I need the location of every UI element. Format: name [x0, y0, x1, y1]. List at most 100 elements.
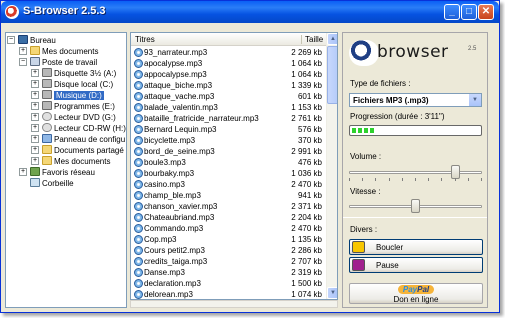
tree-item-corbeille[interactable]: Corbeille	[30, 178, 74, 189]
file-row[interactable]: bataille_fratricide_narrateur.mp3 2 761 k…	[131, 113, 326, 124]
audio-file-icon	[134, 246, 143, 255]
scroll-down-icon[interactable]: ▼	[327, 287, 337, 299]
file-row[interactable]: boule3.mp3 476 kb	[131, 157, 326, 168]
tree-item-disque-local[interactable]: + Disque local (C:)	[31, 79, 114, 90]
file-row[interactable]: declaration.mp3 1 500 kb	[131, 278, 326, 289]
file-row[interactable]: appocalypse.mp3 1 064 kb	[131, 69, 326, 80]
minimize-button[interactable]: _	[444, 4, 460, 20]
expand-icon[interactable]: +	[19, 47, 27, 55]
file-row[interactable]: apocalypse.mp3 1 064 kb	[131, 58, 326, 69]
file-row[interactable]: balade_valentin.mp3 1 153 kb	[131, 102, 326, 113]
progress-label: Progression (durée : 3'11")	[350, 112, 445, 121]
tree-item-label: Musique (D:)	[54, 91, 104, 100]
file-row[interactable]: Chateaubriand.mp3 2 204 kb	[131, 212, 326, 223]
expand-icon[interactable]: +	[31, 157, 39, 165]
file-name: appocalypse.mp3	[144, 70, 207, 79]
tree-item-label: Poste de travail	[42, 58, 98, 67]
drive-icon	[42, 90, 52, 99]
tree-item-disquette[interactable]: + Disquette 3½ (A:)	[31, 68, 116, 79]
tree-item-bureau[interactable]: − Bureau	[7, 35, 56, 46]
audio-file-icon	[134, 147, 143, 156]
loop-button[interactable]: Boucler	[349, 239, 483, 255]
file-size: 1 074 kb	[291, 290, 322, 299]
tree-item-lecteur-cd-rw[interactable]: + Lecteur CD-RW (H:)	[31, 123, 126, 134]
horizontal-scrollbar[interactable]	[130, 300, 338, 308]
file-size: 2 319 kb	[291, 268, 322, 277]
file-size: 2 991 kb	[291, 147, 322, 156]
file-row[interactable]: Cop.mp3 1 135 kb	[131, 234, 326, 245]
file-row[interactable]: bourbaky.mp3 1 036 kb	[131, 168, 326, 179]
file-row[interactable]: bord_de_seine.mp3 2 991 kb	[131, 146, 326, 157]
file-row[interactable]: chanson_xavier.mp3 2 371 kb	[131, 201, 326, 212]
column-header-size[interactable]: Taille	[305, 35, 323, 44]
file-row[interactable]: champ_ble.mp3 941 kb	[131, 190, 326, 201]
tree-item-label: Documents partagé	[54, 146, 124, 155]
speed-slider[interactable]	[349, 199, 482, 213]
title-bar[interactable]: S-Browser 2.5.3 _ □ ✕	[1, 1, 499, 23]
file-row[interactable]: casino.mp3 2 470 kb	[131, 179, 326, 190]
logo-text: browser	[377, 42, 449, 62]
file-row[interactable]: Danse.mp3 2 319 kb	[131, 267, 326, 278]
file-row[interactable]: credits_taiga.mp3 2 707 kb	[131, 256, 326, 267]
file-row[interactable]: Cours petit2.mp3 2 286 kb	[131, 245, 326, 256]
file-row[interactable]: attaque_biche.mp3 1 339 kb	[131, 80, 326, 91]
divider	[343, 217, 487, 218]
file-list[interactable]: Titres Taille 93_narrateur.mp3 2 269 kb ap…	[130, 32, 338, 300]
progress-segment	[364, 128, 368, 133]
file-size: 1 500 kb	[291, 279, 322, 288]
volume-slider-thumb[interactable]	[451, 165, 460, 179]
collapse-icon[interactable]: −	[19, 58, 27, 66]
expand-icon[interactable]: +	[31, 91, 39, 99]
scroll-up-icon[interactable]: ▲	[327, 33, 337, 45]
expand-icon[interactable]: +	[31, 102, 39, 110]
pause-button[interactable]: Pause	[349, 257, 483, 273]
tree-item-musique[interactable]: + Musique (D:)	[31, 90, 104, 101]
file-row[interactable]: 93_narrateur.mp3 2 269 kb	[131, 47, 326, 58]
paypal-logo-pay: Pay	[402, 285, 418, 294]
tree-item-programmes[interactable]: + Programmes (E:)	[31, 101, 115, 112]
maximize-button[interactable]: □	[461, 4, 477, 20]
tree-item-label: Disque local (C:)	[54, 80, 114, 89]
tree-item-panneau-de-configuration[interactable]: + Panneau de configu	[31, 134, 125, 145]
tree-item-mes-documents[interactable]: + Mes documents	[19, 46, 99, 57]
progress-bar	[349, 125, 482, 136]
chevron-down-icon[interactable]: ▼	[468, 94, 481, 106]
tree-item-poste-de-travail[interactable]: − Poste de travail	[19, 57, 98, 68]
file-row[interactable]: Bernard Lequin.mp3 576 kb	[131, 124, 326, 135]
expand-icon[interactable]: +	[31, 124, 39, 132]
tree-item-documents-partages[interactable]: + Documents partagé	[31, 145, 124, 156]
file-name: bataille_fratricide_narrateur.mp3	[144, 114, 259, 123]
file-row[interactable]: delorean.mp3 1 074 kb	[131, 289, 326, 299]
expand-icon[interactable]: +	[31, 146, 39, 154]
collapse-icon[interactable]: −	[7, 36, 15, 44]
file-row[interactable]: bicyclette.mp3 370 kb	[131, 135, 326, 146]
loop-icon	[352, 241, 365, 253]
close-button[interactable]: ✕	[478, 4, 494, 20]
file-row[interactable]: Commando.mp3 2 470 kb	[131, 223, 326, 234]
expand-icon[interactable]: +	[31, 80, 39, 88]
expand-icon[interactable]: +	[31, 135, 39, 143]
scroll-thumb[interactable]	[327, 46, 337, 104]
vertical-scrollbar[interactable]: ▲ ▼	[326, 33, 337, 299]
folder-tree[interactable]: − Bureau + Mes documents − Poste de trav…	[5, 32, 127, 308]
file-row[interactable]: attaque_vache.mp3 601 kb	[131, 91, 326, 102]
file-name: bourbaky.mp3	[144, 169, 195, 178]
speed-slider-thumb[interactable]	[411, 199, 420, 213]
expand-icon[interactable]: +	[31, 113, 39, 121]
volume-slider[interactable]	[349, 165, 482, 181]
column-header-titles[interactable]: Titres	[135, 35, 155, 44]
tree-item-favoris-reseau[interactable]: + Favoris réseau	[19, 167, 95, 178]
tree-item-mes-documents-2[interactable]: + Mes documents	[31, 156, 110, 167]
tree-item-lecteur-dvd[interactable]: + Lecteur DVD (G:)	[31, 112, 116, 123]
file-name: Chateaubriand.mp3	[144, 213, 215, 222]
paypal-donate-button[interactable]: PayPal Don en ligne	[349, 283, 483, 304]
column-divider[interactable]	[301, 35, 302, 44]
expand-icon[interactable]: +	[19, 168, 27, 176]
paypal-logo: PayPal	[397, 285, 435, 294]
tree-item-label: Corbeille	[42, 179, 74, 188]
expand-icon[interactable]: +	[31, 69, 39, 77]
tree-item-label: Mes documents	[42, 47, 99, 56]
file-type-select[interactable]: Fichiers MP3 (.mp3) ▼	[349, 93, 482, 107]
file-size: 1 064 kb	[291, 70, 322, 79]
file-name: champ_ble.mp3	[144, 191, 201, 200]
